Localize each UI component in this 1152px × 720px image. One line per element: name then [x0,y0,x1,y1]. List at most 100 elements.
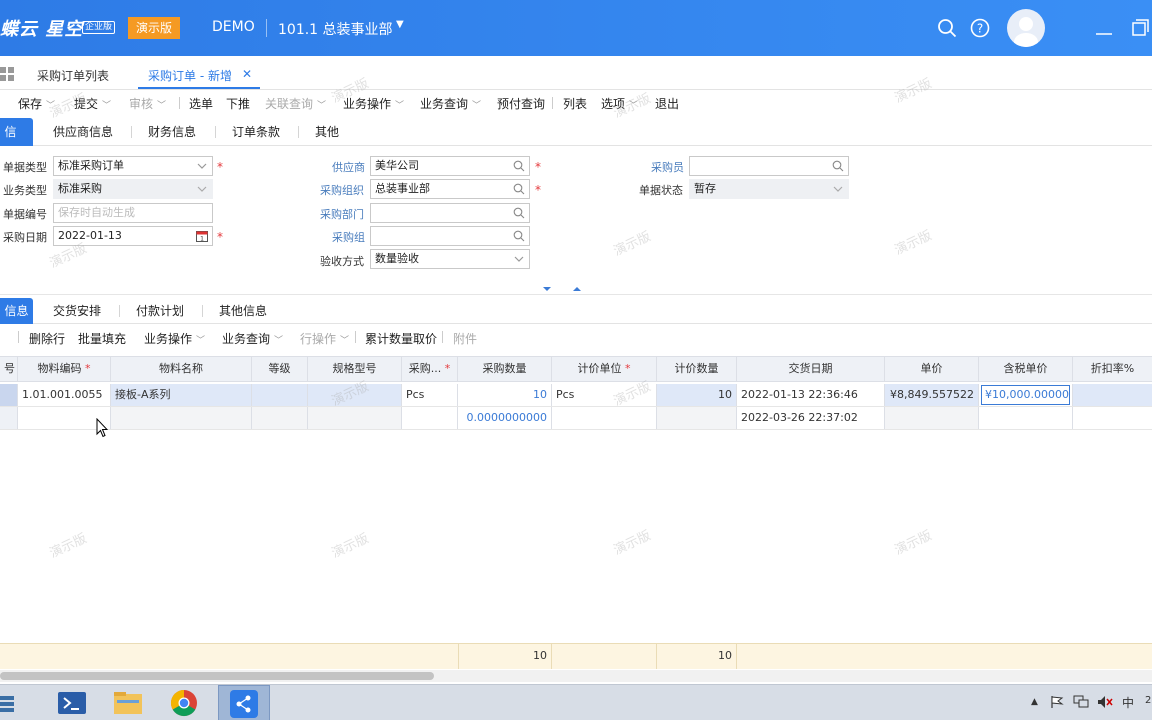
delivery-date-cell[interactable]: 2022-03-26 22:37:02 [737,407,885,429]
horizontal-scrollbar[interactable] [0,670,1152,682]
row-ops-button[interactable]: 行操作 ﹀ [300,330,349,347]
calendar-icon[interactable]: 1 [196,230,208,242]
pricing-unit-cell[interactable] [552,407,657,429]
chevron-down-icon[interactable]: ﹀ [395,101,404,111]
row-number-cell[interactable] [0,384,18,406]
help-icon[interactable]: ? [970,18,990,38]
file-explorer-icon[interactable] [108,688,148,718]
chrome-icon[interactable] [164,688,204,718]
chevron-down-icon[interactable]: ﹀ [472,101,481,111]
unit-price-cell[interactable] [885,407,979,429]
search-icon[interactable] [513,230,525,242]
table-row[interactable]: 1.01.001.0055 接板-A系列 Pcs 10 Pcs 10 2022-… [0,384,1152,407]
search-icon[interactable] [832,160,844,172]
supplier-label[interactable]: 供应商 [332,159,365,175]
tab-detail-info[interactable]: 信息 [0,298,33,324]
cumulative-qty-price-button[interactable]: 累计数量取价 [365,330,437,347]
tab-other[interactable]: 其他 [303,118,351,146]
column-header[interactable]: 号 [0,357,18,381]
save-button[interactable]: 保存 ﹀ [18,95,55,112]
column-header[interactable]: 含税单价 [979,357,1073,381]
search-icon[interactable] [937,18,957,38]
server-manager-icon[interactable] [0,688,22,718]
chevron-down-icon[interactable] [513,253,525,265]
bill-no-input[interactable]: 保存时自动生成 [53,203,213,223]
collapse-up-icon[interactable] [572,285,582,293]
status-select[interactable]: 暂存 [689,179,849,199]
tab-other-info[interactable]: 其他信息 [207,298,279,324]
purchase-group-input[interactable] [370,226,530,246]
search-icon[interactable] [513,160,525,172]
business-query-button[interactable]: 业务查询 ﹀ [420,95,481,112]
column-header[interactable]: 规格型号 [308,357,402,381]
chevron-down-icon[interactable]: ﹀ [274,336,283,346]
tray-expand-icon[interactable]: ▲ [1031,697,1038,707]
column-header[interactable]: 采购... * [402,357,458,381]
material-name-cell[interactable] [111,407,252,429]
action-center-flag-icon[interactable] [1050,695,1064,709]
column-header[interactable]: 物料名称 [111,357,252,381]
apps-grid-icon[interactable] [0,67,14,81]
chevron-down-icon[interactable]: ﹀ [317,101,326,111]
ime-indicator[interactable]: 中 [1122,694,1134,711]
tab-basic-info[interactable]: 信息 [0,118,33,167]
bill-type-select[interactable]: 标准采购订单 [53,156,213,176]
prepay-query-button[interactable]: 预付查询 [497,95,545,112]
scrollbar-thumb[interactable] [0,672,434,680]
purchase-org-label[interactable]: 采购组织 [320,182,364,198]
buyer-input[interactable] [689,156,849,176]
biz-type-select[interactable]: 标准采购 [53,179,213,199]
column-header[interactable]: 单价 [885,357,979,381]
caret-down-icon[interactable]: ▼ [396,19,404,30]
minimize-icon[interactable] [1094,18,1114,38]
spec-cell[interactable] [308,384,402,406]
chevron-down-icon[interactable]: ﹀ [196,336,205,346]
grade-cell[interactable] [252,407,308,429]
active-app-taskbar-button[interactable] [218,685,270,720]
search-icon[interactable] [513,207,525,219]
exit-button[interactable]: 退出 [655,95,679,112]
purchase-date-input[interactable]: 2022-01-13 1 [53,226,213,246]
purchase-org-input[interactable]: 总装事业部 [370,179,530,199]
column-header[interactable]: 计价单位 * [552,357,657,381]
tab-delivery-schedule[interactable]: 交货安排 [41,298,113,324]
chevron-down-icon[interactable]: ﹀ [102,101,111,111]
close-icon[interactable]: ✕ [242,67,252,81]
collapse-down-icon[interactable] [542,285,552,293]
system-clock[interactable]: 2 [1145,695,1151,706]
buyer-label[interactable]: 采购员 [651,159,684,175]
purchase-unit-cell[interactable]: Pcs [402,384,458,406]
powershell-icon[interactable] [52,688,92,718]
entry-business-query-button[interactable]: 业务查询 ﹀ [222,330,283,347]
acceptance-method-select[interactable]: 数量验收 [370,249,530,269]
unit-price-cell[interactable]: ¥8,849.557522 [885,384,979,406]
submit-button[interactable]: 提交 ﹀ [74,95,111,112]
audit-button[interactable]: 审核 ﹀ [129,95,166,112]
tab-finance-info[interactable]: 财务信息 [136,118,208,146]
datacenter-name[interactable]: DEMO [212,19,255,35]
purchase-dept-input[interactable] [370,203,530,223]
search-icon[interactable] [513,183,525,195]
tab-order-terms[interactable]: 订单条款 [220,118,292,146]
options-button[interactable]: 选项 ﹀ [601,95,638,112]
tax-price-input[interactable]: ¥10,000.000000 [981,385,1070,405]
push-down-button[interactable]: 下推 [226,95,250,112]
user-avatar[interactable] [1007,9,1045,47]
list-button[interactable]: 列表 [563,95,587,112]
tab-supplier-info[interactable]: 供应商信息 [41,118,125,146]
column-header[interactable]: 等级 [252,357,308,381]
column-header[interactable]: 折扣率% [1073,357,1152,381]
column-header[interactable]: 采购数量 [458,357,552,381]
entry-business-ops-button[interactable]: 业务操作 ﹀ [144,330,205,347]
tax-price-cell[interactable] [979,407,1073,429]
batch-fill-button[interactable]: 批量填充 [78,330,126,347]
select-order-button[interactable]: 选单 [189,95,213,112]
table-row[interactable]: 0.0000000000 2022-03-26 22:37:02 [0,407,1152,430]
tax-price-cell[interactable]: ¥10,000.000000 [979,384,1073,406]
material-name-cell[interactable]: 接板-A系列 [111,384,252,406]
volume-muted-icon[interactable] [1097,695,1113,709]
chevron-down-icon[interactable] [196,160,208,172]
pricing-unit-cell[interactable]: Pcs [552,384,657,406]
purchase-qty-cell[interactable]: 0.0000000000 [458,407,552,429]
delivery-date-cell[interactable]: 2022-01-13 22:36:46 [737,384,885,406]
